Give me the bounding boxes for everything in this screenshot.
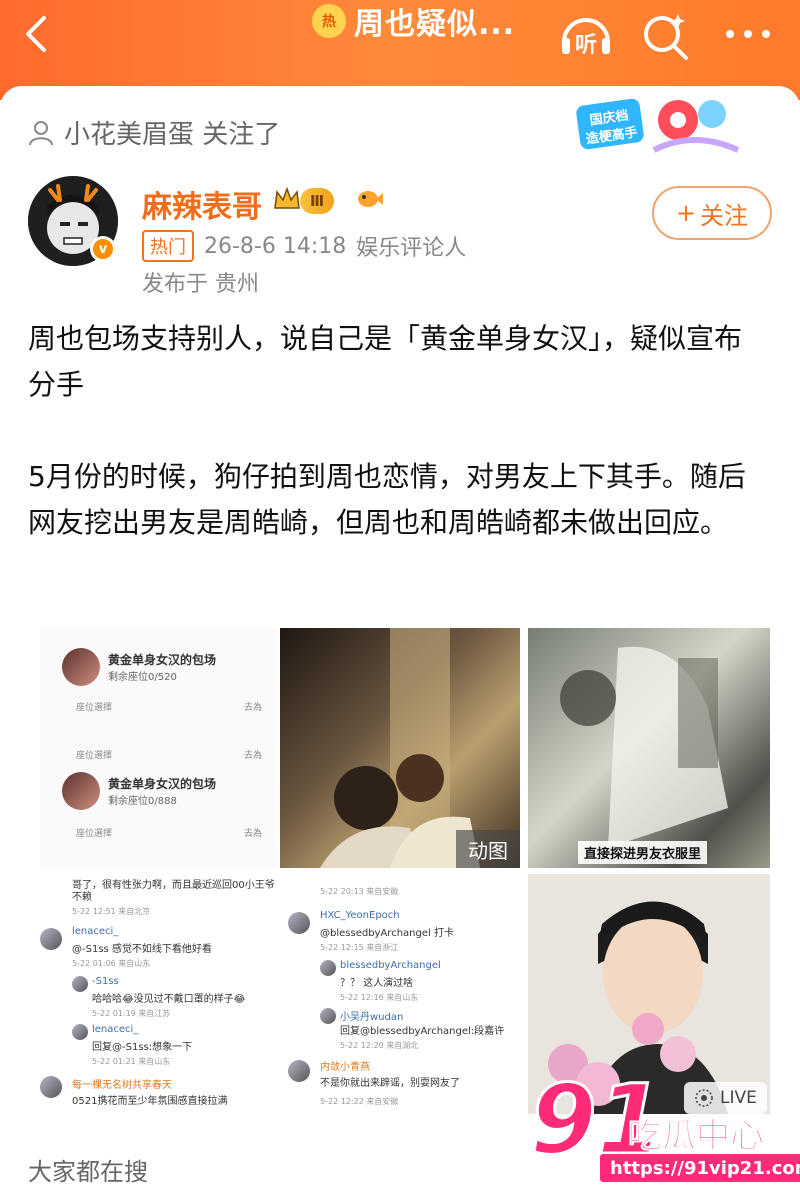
avatar: [72, 976, 88, 992]
avatar: [40, 928, 62, 950]
comment-meta: 5-22 12:15 来自浙江: [320, 943, 399, 952]
comment-text: 不是你就出来辟谣，别耍网友了: [320, 1078, 460, 1089]
verified-badge: v: [90, 236, 116, 262]
comment-user: 每一棵无名树共享春天: [72, 1080, 172, 1091]
comment-text: 0521携花而至少年氛围感直接拉满: [72, 1096, 228, 1107]
comment-text: 哈哈哈😂没见过不戴口罩的样子😂: [92, 994, 246, 1005]
section-title-everyone-search: 大家都在搜: [28, 1158, 148, 1186]
avatar: [62, 772, 100, 810]
comment-meta: 5-22 20:13 来自安徽: [320, 887, 399, 896]
post-image-2[interactable]: 动图: [280, 628, 520, 868]
headphones-icon: 听: [562, 18, 610, 58]
post-image-5[interactable]: 5-22 20:13 来自安徽 HXC_YeonEpoch @blessedby…: [280, 874, 520, 1114]
list-item: 黄金单身女汉的包场 剩余座位0/520: [62, 648, 216, 686]
avatar: [288, 1060, 310, 1082]
search-button[interactable]: [640, 10, 692, 62]
comment-user: blessedbyArchangel: [340, 960, 441, 971]
comment-user: 内敛小青燕: [320, 1062, 370, 1073]
hot-tag[interactable]: 热门: [142, 230, 194, 262]
avatar: [72, 1024, 88, 1040]
comment-text: 哥了，很有性张力啊，而且最近巡回00小王爷: [72, 880, 275, 891]
post-image-3[interactable]: 直接探进男友衣服里: [528, 628, 770, 868]
comment-meta: 5-22 12:20 来自湖北: [340, 1041, 419, 1050]
title-area: 热 周也疑似...: [312, 4, 515, 42]
comment-text: @blessedbyArchangel 打卡: [320, 928, 454, 939]
avatar: [320, 1008, 336, 1024]
campaign-sticker-icon: 国庆档 造梗高手: [576, 98, 740, 153]
more-dots-icon: [726, 30, 770, 38]
comment-text: 回复@blessedbyArchangel:段嘉许: [340, 1026, 505, 1037]
follow-button[interactable]: + 关注: [652, 186, 772, 240]
comment-meta: 5-22 01:19 来自江苏: [92, 1009, 171, 1018]
post-time: 26-8-6 14:18: [204, 233, 347, 259]
gif-tag: 动图: [456, 830, 520, 868]
seat-label: 座位選擇: [76, 703, 113, 713]
member-rank-badge: Ⅲ: [300, 188, 335, 214]
svg-text:听: 听: [575, 33, 597, 58]
post-image-4[interactable]: 哥了，很有性张力啊，而且最近巡回00小王爷 不赖 5-22 12:51 来自北京…: [40, 874, 276, 1114]
follow-source-text: 小花美眉蛋 关注了: [64, 120, 281, 150]
hot-icon: 热: [312, 4, 346, 38]
more-button[interactable]: [718, 14, 778, 54]
post-content: 周也包场支持别人，说自己是「黄金单身女汉」，疑似宣布分手 5月份的时候，狗仔拍到…: [28, 316, 758, 546]
photo-blurred: [560, 646, 728, 848]
listen-button[interactable]: 听: [558, 8, 614, 60]
go-label: 去為: [244, 751, 263, 761]
comment-user: 小吴丹wudan: [340, 1012, 404, 1023]
seat-label: 座位選擇: [76, 751, 113, 761]
comment-user: lenaceci_: [92, 1024, 139, 1035]
avatar: [40, 1076, 62, 1098]
watermark-url: https://91vip21.com: [600, 1154, 800, 1182]
post-paragraph: 5月份的时候，狗仔拍到周也恋情，对男友上下其手。随后网友挖出男友是周皓崎，但周也…: [28, 460, 746, 539]
top-bar: 热 周也疑似... 听: [0, 0, 800, 100]
page-title: 周也疑似...: [354, 7, 516, 42]
author-name[interactable]: 麻辣表哥: [142, 182, 262, 226]
go-label: 去為: [244, 703, 263, 713]
comment-text: 不赖: [72, 892, 92, 903]
item-title: 黄金单身女汉的包场: [108, 777, 217, 791]
comment-user: lenaceci_: [72, 926, 119, 937]
comment-meta: 5-22 12:16 来自山东: [340, 993, 419, 1002]
post-image-1[interactable]: 黄金单身女汉的包场 剩余座位0/520 座位選擇 去為 座位選擇 去為 黄金单身…: [40, 628, 276, 868]
comment-text: @-S1ss 感觉不如线下看他好看: [72, 944, 212, 955]
user-icon: [29, 120, 53, 145]
go-label: 去為: [244, 829, 263, 839]
follow-source: 小花美眉蛋 关注了: [28, 114, 280, 151]
item-sub: 剩余座位0/888: [108, 796, 177, 807]
fish-icon: [358, 191, 383, 207]
avatar: [62, 648, 100, 686]
comment-meta: 5-22 12:22 来自安徽: [320, 1097, 399, 1106]
avatar: [320, 960, 336, 976]
crown-icon: [274, 186, 300, 209]
comment-user: HXC_YeonEpoch: [320, 910, 400, 921]
post-location: 发布于 贵州: [142, 272, 259, 297]
post-paragraph: 周也包场支持别人，说自己是「黄金单身女汉」，疑似宣布分手: [28, 322, 743, 401]
search-icon: [644, 14, 688, 60]
watermark-text: 吃瓜中心: [628, 1116, 765, 1157]
comment-meta: 5-22 01:06 来自山东: [72, 959, 151, 968]
item-title: 黄金单身女汉的包场: [108, 653, 217, 667]
comment-meta: 5-22 01:21 来自山东: [92, 1057, 171, 1066]
chevron-left-icon: [26, 16, 46, 52]
author-role: 娱乐评论人: [356, 236, 467, 261]
comment-meta: 5-22 12:51 来自北京: [72, 907, 151, 916]
seat-label: 座位選擇: [76, 829, 113, 839]
image-caption: 直接探进男友衣服里: [578, 841, 708, 864]
back-button[interactable]: [18, 14, 58, 54]
post-meta: 热门 26-8-6 14:18 娱乐评论人: [142, 230, 466, 262]
follow-button-label: 关注: [700, 201, 749, 230]
list-item: 黄金单身女汉的包场 剩余座位0/888: [62, 772, 216, 810]
avatar: [288, 912, 310, 934]
comment-user: -S1ss: [92, 976, 119, 987]
campaign-sticker[interactable]: 国庆档 造梗高手: [574, 92, 744, 168]
comment-text: ？？ 这人演过啥: [340, 978, 414, 989]
item-sub: 剩余座位0/520: [108, 672, 177, 683]
watermark-logo: 91 吃瓜中心 https://91vip21.com: [529, 1071, 800, 1190]
plus-icon: +: [675, 199, 697, 227]
comment-text: 回复@-S1ss:想象一下: [92, 1042, 193, 1053]
